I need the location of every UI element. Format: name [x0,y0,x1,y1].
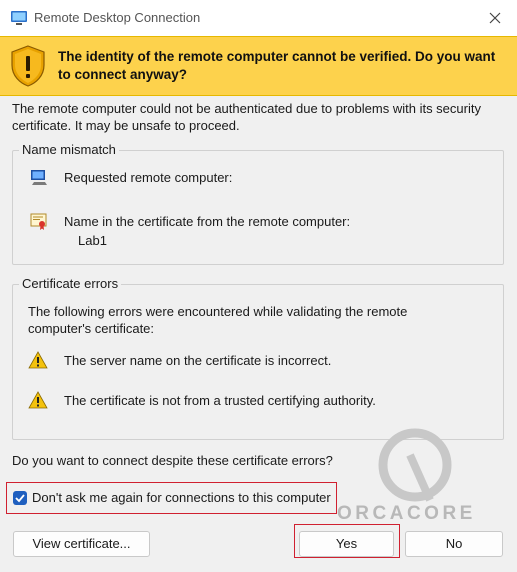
name-mismatch-legend: Name mismatch [19,142,119,158]
warning-banner: The identity of the remote computer cann… [0,36,517,96]
certificate-name-value: Lab1 [78,233,107,248]
requested-computer-label: Requested remote computer: [64,170,233,185]
dont-ask-checkbox[interactable] [13,491,27,505]
yes-button[interactable]: Yes [299,531,394,557]
banner-message: The identity of the remote computer cann… [58,49,496,82]
error-item: The server name on the certificate is in… [64,353,332,368]
dont-ask-checkbox-row[interactable]: Don't ask me again for connections to th… [6,482,337,514]
remote-desktop-icon [10,9,28,27]
view-certificate-button[interactable]: View certificate... [13,531,150,557]
warning-icon [28,390,48,410]
intro-text: The remote computer could not be authent… [12,101,481,133]
warning-icon [28,350,48,370]
error-item: The certificate is not from a trusted ce… [64,393,376,408]
title-bar: Remote Desktop Connection [0,0,517,36]
certificate-errors-legend: Certificate errors [19,276,122,292]
close-button[interactable] [481,4,509,32]
window-title: Remote Desktop Connection [34,10,201,25]
certificate-errors-group: Certificate errors The following errors … [12,276,504,440]
name-mismatch-group: Name mismatch Requested remote computer:… [12,142,504,265]
computer-icon [29,167,49,187]
watermark-text: ORCACORE [337,503,476,524]
certificate-name-label: Name in the certificate from the remote … [64,214,351,229]
certificate-errors-intro: The following errors were encountered wh… [28,304,408,336]
no-button[interactable]: No [405,531,503,557]
close-icon [489,12,501,24]
shield-warning-icon [10,45,46,87]
checkmark-icon [15,494,25,503]
dont-ask-label[interactable]: Don't ask me again for connections to th… [32,490,331,505]
question-text: Do you want to connect despite these cer… [12,453,333,468]
certificate-icon [29,211,49,231]
